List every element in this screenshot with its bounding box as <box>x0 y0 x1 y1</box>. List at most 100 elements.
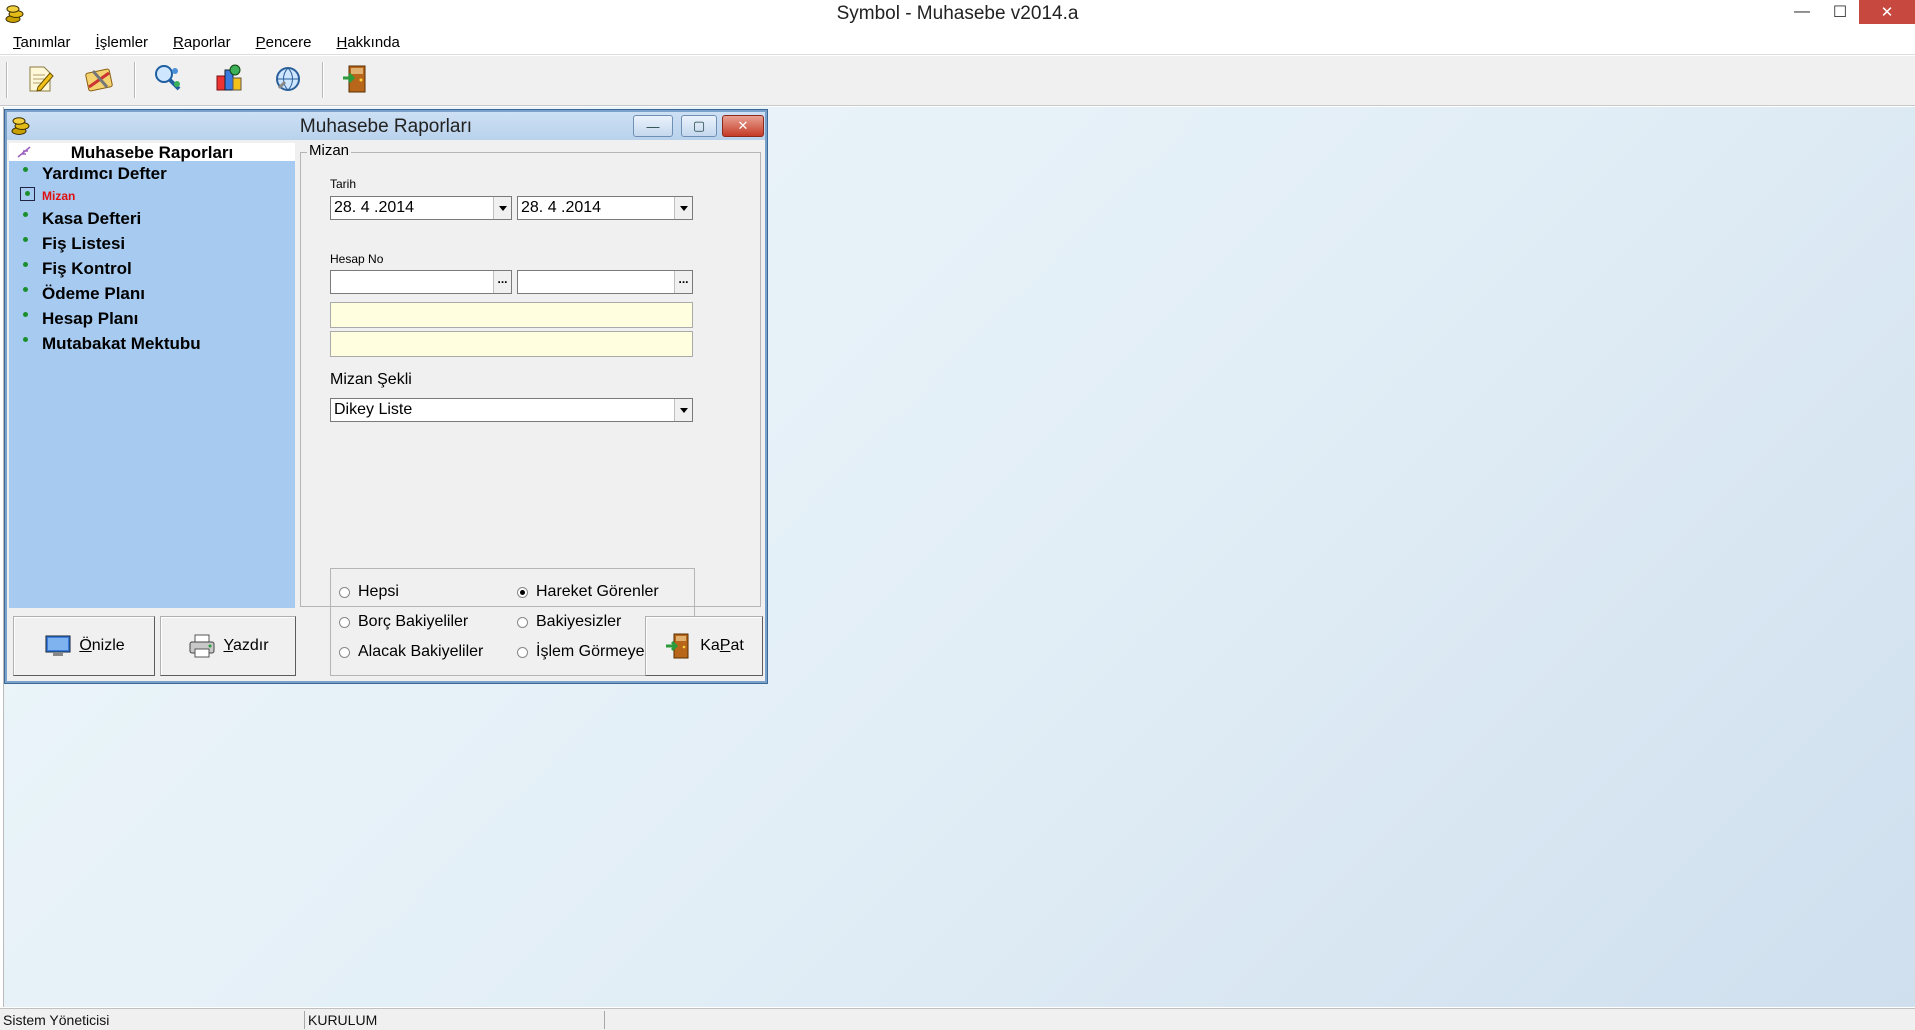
nav-item-kasa-defteri[interactable]: Kasa Defteri <box>9 208 295 230</box>
edit-document-icon <box>29 66 54 92</box>
menu-hakkinda[interactable]: Hakkında <box>336 30 399 54</box>
nav-item-label: Mizan <box>42 189 76 203</box>
toolbar-chart-button[interactable] <box>208 59 248 99</box>
yazdir-button[interactable]: Yazdır <box>160 616 296 676</box>
mizan-sekli-select[interactable]: Dikey Liste <box>330 398 693 422</box>
radio-label: Bakiyesizler <box>536 613 622 630</box>
hesap-from-field[interactable]: ... <box>330 270 512 294</box>
menu-pencere[interactable]: Pencere <box>256 30 312 54</box>
button-label: at <box>730 637 744 654</box>
toolbar-edit-button[interactable] <box>20 59 60 99</box>
toolbar-search-button[interactable] <box>148 59 188 99</box>
chart-icon <box>216 64 242 91</box>
status-user: Sistem Yöneticisi <box>0 1011 305 1029</box>
bullet-icon <box>23 287 28 292</box>
button-label: azdır <box>232 637 269 654</box>
toolbar-globe-button[interactable] <box>268 59 308 99</box>
mizan-sekli-value: Dikey Liste <box>334 401 413 418</box>
report-nav-panel: Muhasebe Raporları Yardımcı Defter Mizan… <box>9 143 295 608</box>
radio-label: Alacak Bakiyeliler <box>358 643 484 660</box>
toolbar-tools-button[interactable] <box>80 59 120 99</box>
toolbar-separator <box>134 62 136 98</box>
hesap-to-field[interactable]: ... <box>517 270 693 294</box>
muhasebe-raporlari-window: Muhasebe Raporları — ▢ ✕ Muhasebe Raporl… <box>5 110 767 683</box>
child-close-button[interactable]: ✕ <box>722 115 764 137</box>
menu-label: anımlar <box>20 34 71 51</box>
maximize-button[interactable]: ☐ <box>1821 0 1859 24</box>
lookup-button[interactable]: ... <box>493 271 511 293</box>
tarih-label: Tarih <box>330 177 357 191</box>
nav-item-mizan[interactable]: Mizan <box>9 186 295 208</box>
nav-item-label: Ödeme Planı <box>42 284 145 303</box>
bullet-icon <box>23 212 28 217</box>
radio-circle <box>339 646 350 658</box>
date-from-value: 28. 4 .2014 <box>334 199 415 216</box>
nav-item-label: Kasa Defteri <box>42 209 142 228</box>
menu-mnemonic: T <box>13 34 21 51</box>
lookup-button[interactable]: ... <box>674 271 692 293</box>
date-to-picker[interactable]: 28. 4 .2014 <box>517 196 693 220</box>
minimize-button[interactable]: — <box>1783 0 1821 24</box>
nav-item-fis-listesi[interactable]: Fiş Listesi <box>9 233 295 255</box>
nav-item-label: Hesap Planı <box>42 309 139 328</box>
status-extra <box>605 1011 1915 1029</box>
menu-tanimlar[interactable]: Tanımlar <box>13 30 71 54</box>
menu-label: akkında <box>347 34 400 51</box>
bullet-icon <box>23 337 28 342</box>
radio-alacak-bakiyeliler[interactable]: Alacak Bakiyeliler <box>339 643 483 661</box>
button-mnemonic: Ö <box>79 637 92 654</box>
toolbar <box>0 56 1915 106</box>
hesap-from-description <box>330 302 693 328</box>
nav-header-label: Muhasebe Raporları <box>70 143 234 162</box>
button-label: Ka <box>700 637 720 654</box>
exit-door-icon <box>666 633 689 659</box>
radio-hareket-gorenler[interactable]: Hareket Görenler <box>517 583 659 601</box>
date-to-value: 28. 4 .2014 <box>521 199 602 216</box>
nav-item-mutabakat-mektubu[interactable]: Mutabakat Mektubu <box>9 333 295 355</box>
nav-item-fis-kontrol[interactable]: Fiş Kontrol <box>9 258 295 280</box>
radio-circle <box>517 616 528 628</box>
radio-bakiyesizler[interactable]: Bakiyesizler <box>517 613 621 631</box>
dropdown-arrow-icon[interactable] <box>674 399 692 421</box>
dropdown-arrow-icon[interactable] <box>674 197 692 219</box>
radio-circle <box>339 586 350 598</box>
search-people-icon <box>155 65 181 91</box>
menu-mnemonic: H <box>336 34 348 51</box>
date-from-picker[interactable]: 28. 4 .2014 <box>330 196 512 220</box>
kapat-button[interactable]: KaPat <box>645 616 763 676</box>
bullet-icon <box>23 167 28 172</box>
hesap-no-label: Hesap No <box>330 252 384 266</box>
nav-item-label: Fiş Listesi <box>42 234 126 253</box>
selected-marker <box>20 187 35 201</box>
child-title-bar: Muhasebe Raporları — ▢ ✕ <box>7 112 765 140</box>
feather-icon <box>17 146 31 158</box>
radio-hepsi[interactable]: Hepsi <box>339 583 399 601</box>
child-maximize-button[interactable]: ▢ <box>681 115 717 137</box>
close-button[interactable]: ✕ <box>1859 0 1915 24</box>
child-minimize-button[interactable]: — <box>633 115 673 137</box>
menu-islemler[interactable]: İşlemler <box>96 30 149 54</box>
filter-radio-group: Hepsi Borç Bakiyeliler Alacak Bakiyelile… <box>330 568 695 676</box>
nav-item-yardimci-defter[interactable]: Yardımcı Defter <box>9 163 295 185</box>
bullet-icon <box>23 262 28 267</box>
nav-item-hesap-plani[interactable]: Hesap Planı <box>9 308 295 330</box>
toolbar-separator <box>6 62 8 98</box>
monitor-icon <box>45 635 71 656</box>
menu-mnemonic: R <box>173 34 184 51</box>
menu-raporlar[interactable]: Raporlar <box>173 30 231 54</box>
toolbar-exit-button[interactable] <box>336 59 376 99</box>
nav-item-label: Mutabakat Mektubu <box>42 334 201 353</box>
printer-icon <box>189 634 215 658</box>
bullet-icon <box>23 237 28 242</box>
status-company: KURULUM <box>305 1011 605 1029</box>
radio-circle <box>339 616 350 628</box>
onizle-button[interactable]: Önizle <box>13 616 155 676</box>
toolbar-separator <box>322 62 324 98</box>
dropdown-arrow-icon[interactable] <box>493 197 511 219</box>
radio-circle <box>517 646 528 658</box>
nav-item-odeme-plani[interactable]: Ödeme Planı <box>9 283 295 305</box>
radio-borc-bakiyeliler[interactable]: Borç Bakiyeliler <box>339 613 468 631</box>
radio-circle <box>517 586 528 598</box>
group-title: Mizan <box>307 142 352 159</box>
bullet-icon <box>25 191 30 196</box>
